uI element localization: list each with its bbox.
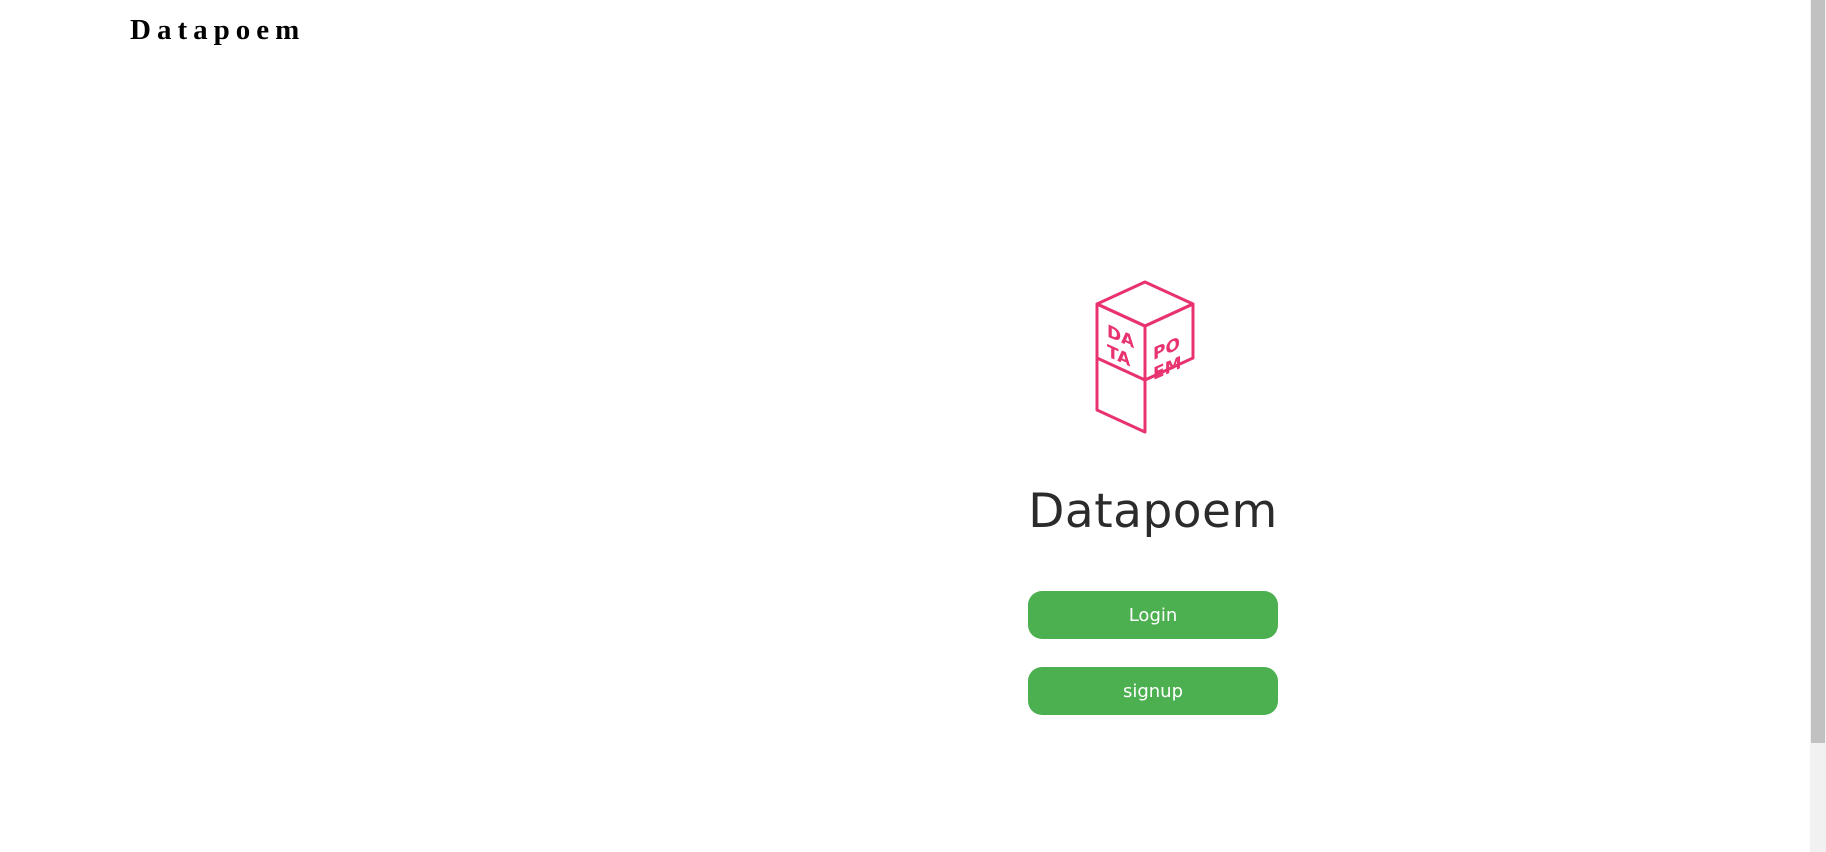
datapoem-logo-icon: DA TA PO EM: [1095, 280, 1195, 434]
signup-button[interactable]: signup: [1028, 667, 1278, 715]
welcome-panel: DA TA PO EM Datapoem Login signup: [1000, 276, 1306, 715]
login-button[interactable]: Login: [1028, 591, 1278, 639]
landing-page: Datapoem DA TA PO EM Datapoem Login sign: [0, 0, 1826, 852]
scrollbar-thumb[interactable]: [1811, 0, 1825, 743]
page-scrollbar[interactable]: [1810, 0, 1826, 852]
header-brand: Datapoem: [130, 14, 306, 46]
app-name-heading: Datapoem: [1028, 484, 1278, 539]
